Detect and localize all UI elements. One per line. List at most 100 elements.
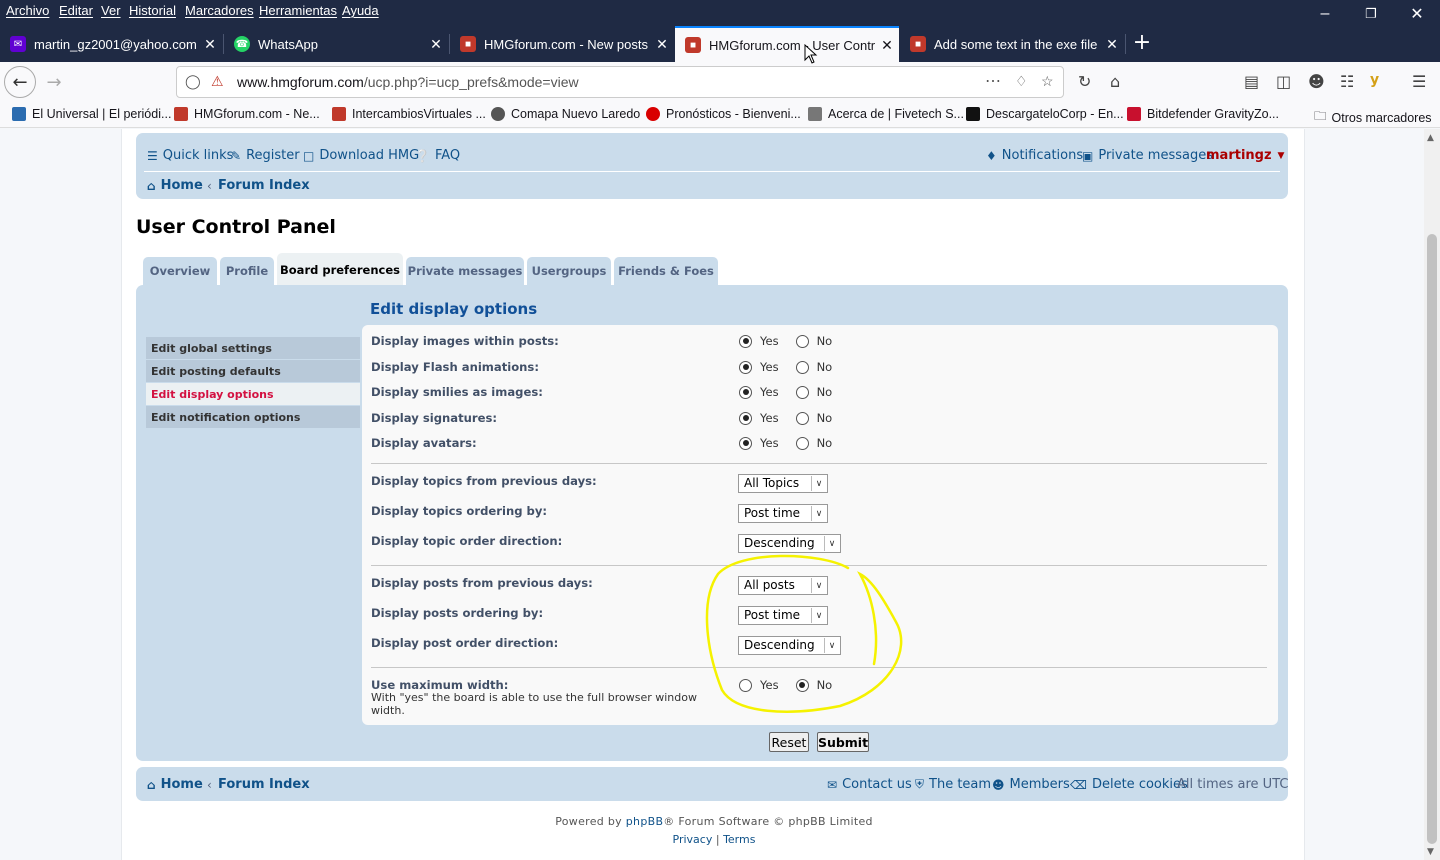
menu-archivo[interactable]: Archivo xyxy=(6,3,49,18)
select-posts-days[interactable]: All posts ∨ xyxy=(738,576,828,595)
close-tab-icon[interactable]: ✕ xyxy=(650,36,674,53)
sidebar-item-global-settings[interactable]: Edit global settings xyxy=(146,337,360,359)
bookmark-star-icon[interactable]: ☆ xyxy=(1041,73,1054,90)
reset-button[interactable]: Reset xyxy=(769,732,809,752)
browser-tab-hmg-new-posts[interactable]: ■ HMGforum.com - New posts ✕ xyxy=(450,26,674,62)
radio-no[interactable] xyxy=(795,334,809,348)
notifications-link[interactable]: ♦ Notifications xyxy=(986,148,1083,163)
url-bar[interactable]: ◯ ⚠ www.hmgforum.com/ucp.php?i=ucp_prefs… xyxy=(176,66,1064,98)
page-actions-icon[interactable]: ⋯ xyxy=(985,71,1001,91)
radio-no[interactable] xyxy=(795,678,809,692)
sidebar-item-display-options[interactable]: Edit display options xyxy=(146,383,360,405)
username-menu[interactable]: martingz ▼ xyxy=(1206,148,1284,163)
browser-tab-hmg-ucp[interactable]: ■ HMGforum.com - User Control ✕ xyxy=(675,26,899,62)
private-messages-link[interactable]: ▣ Private messages xyxy=(1082,148,1213,163)
home-icon[interactable]: ⌂ xyxy=(1110,72,1120,91)
minimize-icon[interactable]: – xyxy=(1302,0,1348,28)
radio-yes[interactable] xyxy=(739,678,752,692)
select-topics-days[interactable]: All Topics ∨ xyxy=(738,474,828,493)
insecure-lock-icon[interactable]: ⚠ xyxy=(211,73,224,90)
back-button[interactable]: ← xyxy=(4,66,36,98)
select-topics-direction[interactable]: Descending ∨ xyxy=(738,534,841,553)
close-tab-icon[interactable]: ✕ xyxy=(424,36,448,53)
sidebar-icon[interactable]: ◫ xyxy=(1276,72,1291,91)
radio-yes[interactable] xyxy=(739,360,752,374)
sidebar-item-notification-options[interactable]: Edit notification options xyxy=(146,406,360,428)
menu-marcadores[interactable]: Marcadores xyxy=(185,3,254,18)
select-topics-order[interactable]: Post time ∨ xyxy=(738,504,828,523)
url-text[interactable]: www.hmgforum.com/ucp.php?i=ucp_prefs&mod… xyxy=(237,74,579,90)
browser-tab-add-text[interactable]: ■ Add some text in the exe file - H ✕ xyxy=(900,26,1124,62)
close-tab-icon[interactable]: ✕ xyxy=(875,37,899,54)
menu-ayuda[interactable]: Ayuda xyxy=(342,3,379,18)
sidebar-item-posting-defaults[interactable]: Edit posting defaults xyxy=(146,360,360,382)
bookmark-item[interactable]: DescargateloCorp - En... xyxy=(966,107,1124,121)
radio-no[interactable] xyxy=(795,411,809,425)
menu-ver[interactable]: Ver xyxy=(101,3,121,18)
members-link[interactable]: ☻ Members xyxy=(992,777,1070,792)
restore-icon[interactable]: ❐ xyxy=(1348,0,1394,28)
the-team-link[interactable]: ⛨ The team xyxy=(915,777,991,792)
close-window-icon[interactable]: ✕ xyxy=(1394,0,1440,28)
browser-tab-yahoo[interactable]: ✉ martin_gz2001@yahoo.com - Y ✕ xyxy=(0,26,222,62)
close-tab-icon[interactable]: ✕ xyxy=(198,36,222,53)
forward-button[interactable]: → xyxy=(38,66,70,98)
breadcrumb-forum-index[interactable]: Forum Index xyxy=(218,178,310,193)
pocket-icon[interactable]: ♢ xyxy=(1015,73,1028,90)
radio-yes[interactable] xyxy=(739,411,752,425)
browser-tab-whatsapp[interactable]: ☎ WhatsApp ✕ xyxy=(224,26,448,62)
bookmark-item[interactable]: Acerca de | Fivetech S... xyxy=(808,107,964,121)
bookmark-item[interactable]: Bitdefender GravityZo... xyxy=(1127,107,1279,121)
contact-us-link[interactable]: ✉ Contact us xyxy=(827,777,912,792)
other-bookmarks[interactable]: 🗀 Otros marcadores xyxy=(1314,107,1432,128)
tab-overview[interactable]: Overview xyxy=(143,257,217,285)
radio-yes[interactable] xyxy=(739,436,752,450)
faq-link[interactable]: ❔ FAQ xyxy=(415,148,460,163)
privacy-link[interactable]: Privacy xyxy=(673,833,713,846)
footer-breadcrumb-forum-index[interactable]: Forum Index xyxy=(218,777,310,792)
bookmark-favicon-icon xyxy=(1127,107,1141,121)
extension-icon[interactable]: ☷ xyxy=(1340,72,1354,91)
radio-yes[interactable] xyxy=(739,385,752,399)
hamburger-menu-icon[interactable]: ☰ xyxy=(1412,72,1426,91)
quick-links-link[interactable]: ☰ Quick links xyxy=(147,148,233,163)
account-icon[interactable]: ☻ xyxy=(1308,72,1325,91)
register-link[interactable]: ✎ Register xyxy=(231,148,300,163)
tab-board-preferences[interactable]: Board preferences xyxy=(277,253,403,287)
phpbb-link[interactable]: phpBB xyxy=(626,815,664,828)
terms-link[interactable]: Terms xyxy=(723,833,755,846)
scroll-thumb[interactable] xyxy=(1427,234,1437,844)
radio-yes[interactable] xyxy=(739,334,752,348)
radio-no[interactable] xyxy=(795,360,809,374)
select-posts-order[interactable]: Post time ∨ xyxy=(738,606,828,625)
tab-usergroups[interactable]: Usergroups xyxy=(527,257,611,285)
bookmark-item[interactable]: El Universal | El periódi... xyxy=(12,107,171,121)
new-tab-button[interactable]: + xyxy=(1128,26,1156,62)
breadcrumb-home[interactable]: ⌂ Home xyxy=(147,178,203,193)
bookmark-item[interactable]: Comapa Nuevo Laredo xyxy=(491,107,640,121)
close-tab-icon[interactable]: ✕ xyxy=(1100,36,1124,53)
radio-no[interactable] xyxy=(795,385,809,399)
radio-no[interactable] xyxy=(795,436,809,450)
reload-icon[interactable]: ↻ xyxy=(1078,72,1091,91)
menu-editar[interactable]: Editar xyxy=(59,3,93,18)
bookmark-item[interactable]: Pronósticos - Bienveni... xyxy=(646,107,801,121)
bookmark-item[interactable]: HMGforum.com - Ne... xyxy=(174,107,320,121)
delete-cookies-link[interactable]: ⌫ Delete cookies xyxy=(1070,777,1188,792)
page-scrollbar[interactable]: ▲ ▼ xyxy=(1424,129,1440,860)
scroll-down-icon[interactable]: ▼ xyxy=(1427,847,1434,857)
download-hmg-link[interactable]: □ Download HMG xyxy=(303,148,419,163)
select-posts-direction[interactable]: Descending ∨ xyxy=(738,636,841,655)
bookmark-item[interactable]: IntercambiosVirtuales ... xyxy=(332,107,486,121)
scroll-up-icon[interactable]: ▲ xyxy=(1427,133,1434,143)
library-icon[interactable]: ▤ xyxy=(1244,72,1259,91)
menu-historial[interactable]: Historial xyxy=(129,3,176,18)
footer-breadcrumb-home[interactable]: ⌂ Home xyxy=(147,777,203,792)
menu-herramientas[interactable]: Herramientas xyxy=(259,3,337,18)
tab-profile[interactable]: Profile xyxy=(220,257,274,285)
submit-button[interactable]: Submit xyxy=(817,732,869,752)
yandex-icon[interactable]: y xyxy=(1370,72,1379,88)
shield-icon[interactable]: ◯ xyxy=(185,73,201,90)
tab-friends-foes[interactable]: Friends & Foes xyxy=(614,257,718,285)
tab-private-messages[interactable]: Private messages xyxy=(406,257,524,285)
